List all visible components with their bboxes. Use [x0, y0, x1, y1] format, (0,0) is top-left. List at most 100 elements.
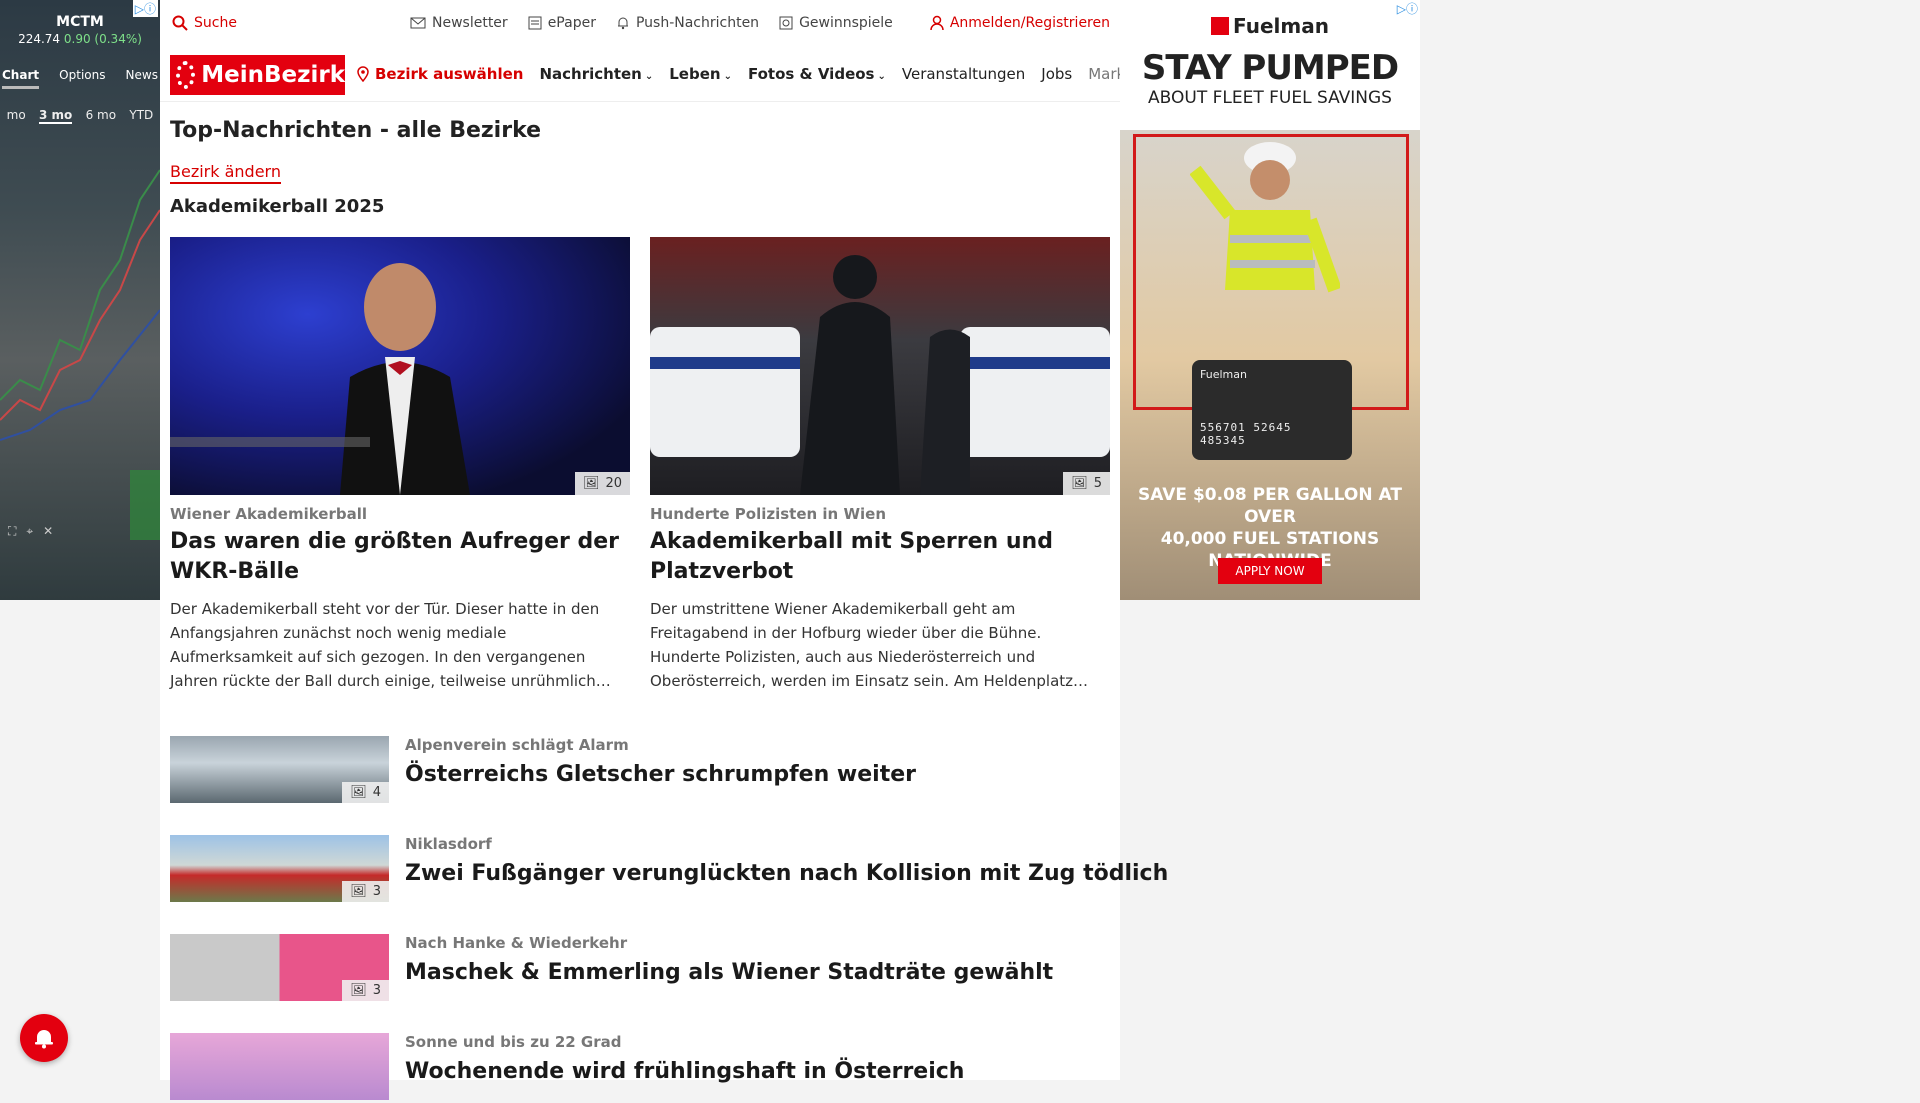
search-icon [172, 15, 188, 31]
ad-range-3[interactable]: 6 mo [86, 108, 116, 124]
article-kicker: Wiener Akademikerball [170, 505, 368, 523]
ad-chart-line-blue [0, 309, 160, 441]
login-link[interactable]: Anmelden/Registrieren [930, 15, 1110, 31]
list-kicker: Nach Hanke & Wiederkehr [405, 934, 628, 952]
nav-nachrichten[interactable]: Nachrichten ⌄ [539, 65, 653, 83]
ad-tab-options[interactable]: Options [59, 68, 105, 89]
epaper-link[interactable]: ePaper [528, 15, 596, 31]
push-bell-button[interactable] [20, 1014, 68, 1062]
page-title: Top-Nachrichten - alle Bezirke [170, 118, 542, 143]
list-headline[interactable]: Zwei Fußgänger verunglückten nach Kollis… [405, 861, 1168, 886]
list-thumbnail-train[interactable]: 🖼 3 [170, 835, 389, 902]
ad-subline: ABOUT FLEET FUEL SAVINGS [1148, 88, 1392, 108]
list-headline[interactable]: Wochenende wird frühlingshaft in Österre… [405, 1059, 964, 1084]
list-thumbnail-glacier[interactable]: 🖼 4 [170, 736, 389, 803]
ad-range-2[interactable]: 3 mo [39, 108, 73, 124]
login-label: Anmelden/Registrieren [949, 15, 1110, 31]
newsletter-link[interactable]: Newsletter [410, 15, 508, 31]
gallery-icon: 🖼 [350, 884, 367, 899]
user-icon [930, 15, 944, 31]
chevron-down-icon: ⌄ [877, 70, 886, 82]
article-card[interactable]: 🖼 5 Hunderte Polizisten in Wien Akademik… [650, 237, 1110, 693]
location-pin-icon [357, 65, 369, 82]
newsletter-label: Newsletter [432, 15, 508, 31]
gallery-icon: 🖼 [582, 476, 600, 491]
push-label: Push-Nachrichten [635, 15, 760, 31]
list-kicker: Sonne und bis zu 22 Grad [405, 1033, 622, 1051]
bezirk-select[interactable]: Bezirk auswählen [357, 65, 523, 83]
ad-fuel-card: Fuelman 556701 52645 485345 [1192, 360, 1352, 460]
article-photo-police [650, 255, 1110, 495]
photo-count-badge: 🖼 20 [574, 472, 630, 495]
article-teaser: Der umstrittene Wiener Akademikerball ge… [650, 600, 1089, 690]
photo-count-badge: 🖼 3 [342, 980, 389, 1001]
epaper-label: ePaper [547, 15, 596, 31]
list-item[interactable]: 🖼 3 Nach Hanke & Wiederkehr Maschek & Emm… [170, 934, 1110, 1004]
gewinnspiele-link[interactable]: Gewinnspiele [779, 15, 893, 31]
article-photo-man-in-tux [170, 263, 470, 495]
nav-veranstaltungen[interactable]: Veranstaltungen [902, 65, 1025, 83]
nav-fotos[interactable]: Fotos & Videos ⌄ [748, 65, 886, 83]
ad-chart-line-green [0, 169, 160, 401]
bell-outline-icon [617, 17, 628, 30]
right-fuel-ad[interactable]: ▷ⓘ Fuelman STAY PUMPED ABOUT FLEET FUEL … [1120, 0, 1420, 600]
chevron-down-icon: ⌄ [723, 70, 732, 82]
gallery-icon: 🖼 [350, 785, 367, 800]
list-headline[interactable]: Österreichs Gletscher schrumpfen weiter [405, 762, 916, 787]
nav-jobs[interactable]: Jobs [1041, 65, 1072, 83]
list-item[interactable]: 🖼 3 Niklasdorf Zwei Fußgänger verunglückt… [170, 835, 1168, 905]
ad-ranges: mo 3 mo 6 mo YTD [0, 108, 160, 124]
nav-nachrichten-label: Nachrichten [539, 64, 642, 83]
ad-save-line-1: SAVE $0.08 PER GALLON AT OVER [1138, 485, 1402, 527]
ad-card-brand: Fuelman [1200, 368, 1247, 381]
ad-range-1[interactable]: mo [7, 108, 26, 124]
main-navbar: MeinBezirk Bezirk auswählen Nachrichten ⌄… [160, 46, 1168, 102]
site-logo[interactable]: MeinBezirk [170, 55, 345, 95]
gallery-icon: 🖼 [1071, 476, 1088, 491]
list-thumbnail-flowers[interactable] [170, 1033, 389, 1100]
ad-range-4[interactable]: YTD [129, 108, 153, 124]
nav-leben-label: Leben [669, 64, 721, 83]
nav-leben[interactable]: Leben ⌄ [669, 65, 732, 83]
logo-gear-icon [176, 61, 196, 89]
photo-count-badge: 🖼 5 [1063, 472, 1110, 495]
list-headline[interactable]: Maschek & Emmerling als Wiener Stadträte… [405, 960, 1053, 985]
article-card[interactable]: 🖼 20 Wiener Akademikerball Das waren die… [170, 237, 630, 693]
list-item[interactable]: 🖼 4 Alpenverein schlägt Alarm Österreichs… [170, 736, 1110, 806]
article-image[interactable]: 🖼 5 [650, 237, 1110, 495]
bezirk-label: Bezirk auswählen [375, 64, 524, 83]
ad-brand: Fuelman [1120, 14, 1420, 38]
search-label: Suche [194, 15, 237, 31]
push-link[interactable]: Push-Nachrichten [616, 15, 759, 31]
article-image[interactable]: 🖼 20 [170, 237, 630, 495]
main-column: Suche Newsletter ePaper Push-Nachrichten… [160, 0, 1168, 1100]
newspaper-icon [528, 16, 542, 30]
left-stock-ad[interactable]: ▷ⓘ MCTM 224.74 0.90 (0.34%) Chart Option… [0, 0, 160, 600]
ad-volume-bars [130, 470, 160, 540]
brand-square-icon [1211, 17, 1230, 35]
article-headline[interactable]: Das waren die größten Aufreger der WKR-B… [170, 527, 630, 587]
ticker-price-line: 224.74 0.90 (0.34%) [0, 32, 160, 46]
search-link[interactable]: Suche [172, 15, 237, 31]
ticker-symbol: MCTM [56, 14, 104, 30]
photo-count: 20 [605, 476, 622, 491]
list-kicker: Niklasdorf [405, 835, 492, 853]
list-item[interactable]: Sonne und bis zu 22 Grad Wochenende wird… [170, 1033, 1110, 1103]
ad-headline: STAY PUMPED [1141, 48, 1399, 88]
ad-tab-news[interactable]: News [126, 68, 158, 89]
photo-count-badge: 🖼 4 [342, 782, 389, 803]
bezirk-change-link[interactable]: Bezirk ändern [170, 162, 281, 184]
ad-card-number: 556701 52645 485345 [1200, 421, 1292, 447]
gift-icon [779, 16, 793, 30]
ad-apply-button[interactable]: APPLY NOW [1218, 558, 1322, 584]
article-kicker: Hunderte Polizisten in Wien [650, 505, 886, 523]
list-kicker: Alpenverein schlägt Alarm [405, 736, 629, 754]
mail-icon [410, 17, 426, 29]
photo-count: 3 [372, 983, 381, 998]
list-thumbnail-portraits[interactable]: 🖼 3 [170, 934, 389, 1001]
ticker: MCTM 224.74 0.90 (0.34%) [0, 14, 160, 46]
ad-tab-chart[interactable]: Chart [2, 68, 40, 89]
photo-count: 5 [1093, 476, 1102, 491]
topic-heading: Akademikerball 2025 [170, 196, 385, 217]
article-headline[interactable]: Akademikerball mit Sperren und Platzverb… [650, 527, 1110, 587]
